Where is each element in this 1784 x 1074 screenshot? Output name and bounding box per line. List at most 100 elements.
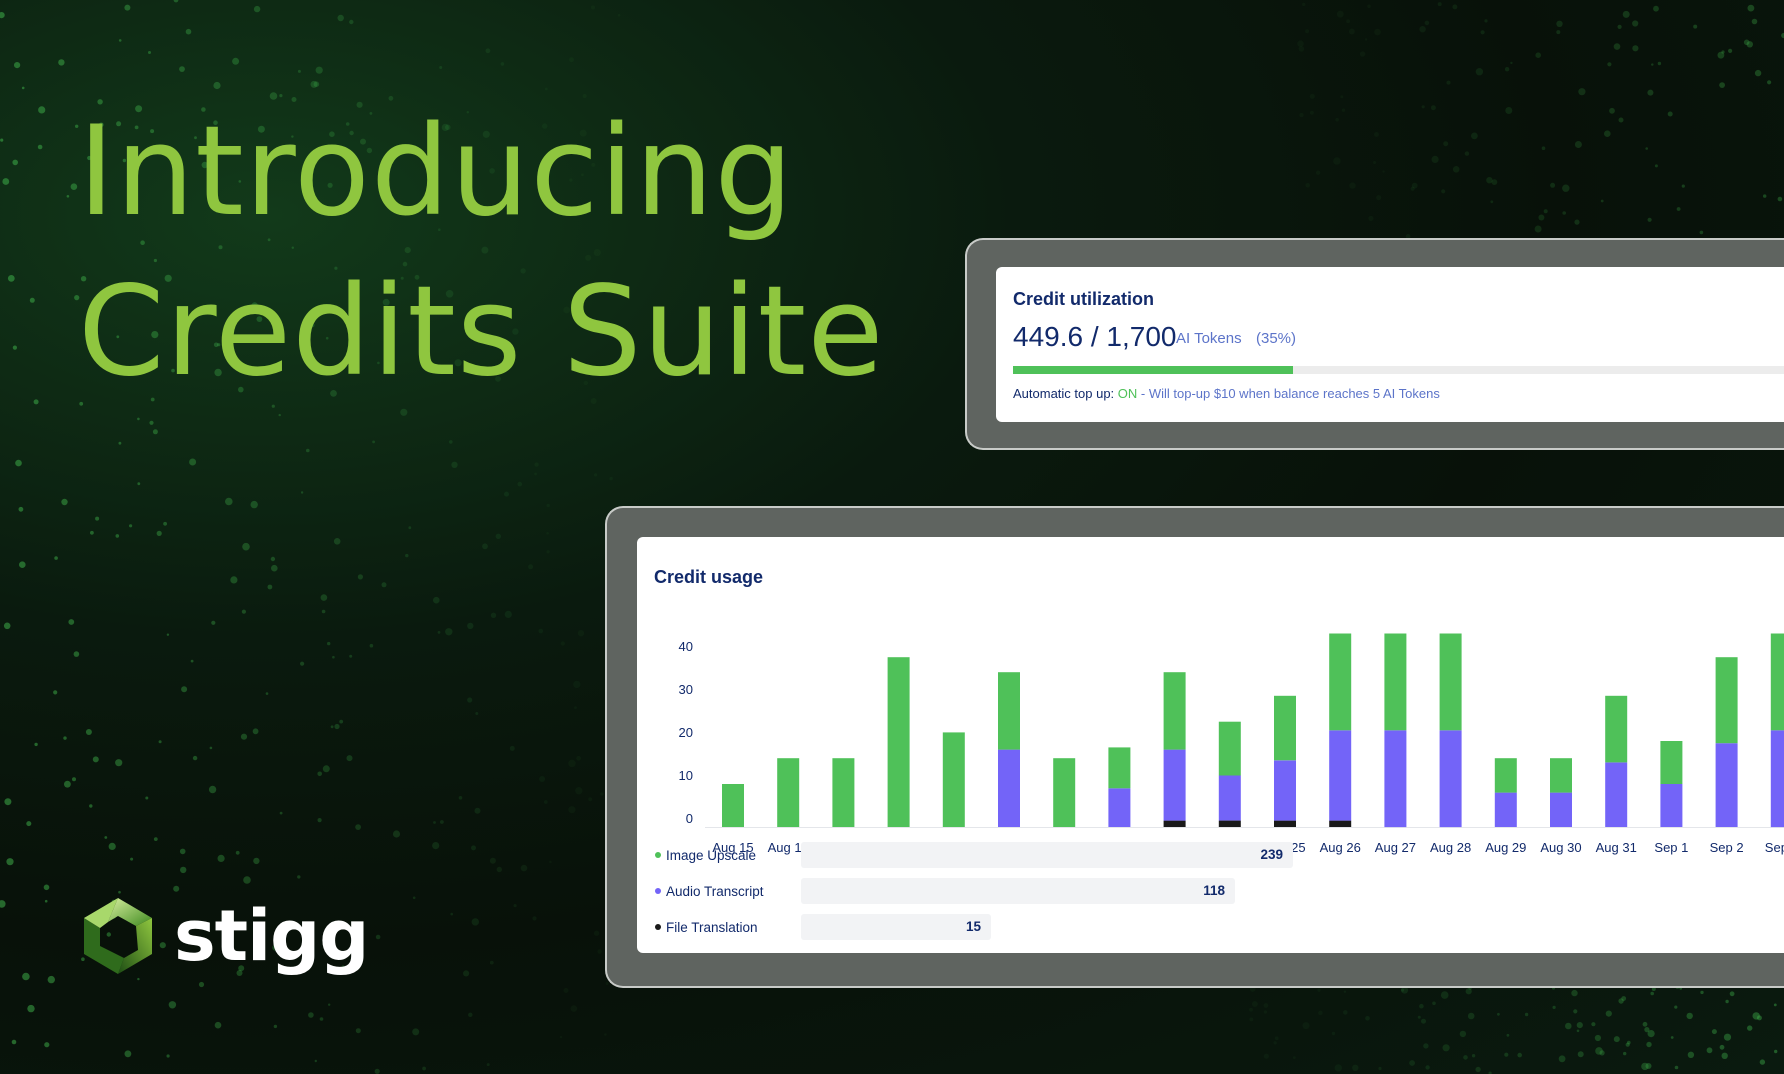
background-dot	[1459, 1030, 1467, 1038]
background-dot	[1374, 132, 1379, 137]
bar-segment-audio-transcript[interactable]	[1329, 730, 1352, 821]
background-dot	[1767, 80, 1772, 85]
background-dot	[1613, 43, 1621, 50]
background-dot	[412, 896, 416, 900]
bar-segment-image-upscale[interactable]	[1384, 633, 1407, 731]
bar-segment-audio-transcript[interactable]	[998, 749, 1020, 827]
bar-segment-image-upscale[interactable]	[1329, 633, 1352, 731]
background-dot	[1534, 225, 1542, 233]
background-dot	[534, 462, 539, 467]
background-dot	[1273, 1041, 1277, 1045]
legend-label: File Translation	[666, 919, 758, 935]
background-dot	[271, 564, 278, 572]
background-dot	[241, 609, 246, 614]
bar-segment-image-upscale[interactable]	[832, 758, 855, 827]
background-dot	[1622, 10, 1630, 18]
background-dot	[85, 729, 92, 735]
bar-segment-image-upscale[interactable]	[1163, 672, 1186, 750]
background-dot	[1645, 147, 1648, 150]
bar-segment-image-upscale[interactable]	[777, 758, 800, 827]
bar-segment-image-upscale[interactable]	[998, 672, 1020, 750]
bar-segment-audio-transcript[interactable]	[1163, 749, 1186, 821]
bar-segment-image-upscale[interactable]	[1660, 741, 1683, 784]
background-dot	[369, 643, 374, 648]
stigg-logo-icon	[84, 898, 152, 974]
y-tick-label: 40	[679, 639, 693, 654]
background-dot	[1721, 1052, 1728, 1060]
background-dot	[1497, 1012, 1500, 1016]
background-dot	[33, 399, 39, 405]
bar-segment-image-upscale[interactable]	[887, 657, 910, 827]
background-dot	[43, 884, 50, 891]
background-dot	[471, 845, 476, 851]
background-dot	[1464, 151, 1470, 156]
bar-segment-image-upscale[interactable]	[1715, 657, 1738, 744]
background-dot	[1410, 186, 1415, 191]
bar-segment-image-upscale[interactable]	[1770, 633, 1784, 731]
background-dot	[1645, 1063, 1652, 1069]
background-dot	[68, 619, 75, 625]
background-dot	[322, 765, 330, 773]
background-dot	[1419, 26, 1426, 33]
background-dot	[166, 633, 170, 636]
bar-segment-file-translation[interactable]	[1329, 820, 1352, 827]
bar-segment-image-upscale[interactable]	[1605, 695, 1628, 763]
legend-total: 15	[965, 919, 981, 934]
bar-segment-audio-transcript[interactable]	[1770, 730, 1784, 828]
bar-segment-audio-transcript[interactable]	[1660, 784, 1683, 827]
bar-segment-audio-transcript[interactable]	[1715, 743, 1738, 827]
background-dot	[243, 876, 251, 884]
bar-segment-audio-transcript[interactable]	[1218, 775, 1241, 821]
background-dot	[357, 574, 363, 580]
background-dot	[1419, 1003, 1424, 1009]
bar-segment-audio-transcript[interactable]	[1384, 730, 1407, 828]
bar-segment-file-translation[interactable]	[1163, 820, 1186, 827]
background-dot	[11, 1039, 17, 1045]
legend-total-bar-image-upscale: 239	[801, 842, 1293, 868]
background-dot	[214, 1021, 222, 1029]
background-dot	[297, 875, 301, 879]
background-dot	[559, 1035, 563, 1039]
background-dot	[1607, 62, 1612, 67]
bar-segment-audio-transcript[interactable]	[1274, 760, 1296, 821]
background-dot	[2, 178, 10, 185]
bar-segment-audio-transcript[interactable]	[1550, 792, 1572, 827]
background-dot	[190, 659, 194, 663]
bar-segment-file-translation[interactable]	[1274, 820, 1296, 827]
bar-segment-image-upscale[interactable]	[1274, 695, 1296, 761]
background-dot	[1510, 61, 1513, 65]
background-dot	[346, 755, 353, 762]
background-dot	[1335, 117, 1339, 122]
background-dot	[1517, 1052, 1522, 1058]
bar-segment-image-upscale[interactable]	[1218, 721, 1241, 776]
background-dot	[47, 975, 55, 984]
bar-segment-audio-transcript[interactable]	[1108, 788, 1131, 827]
bar-segment-audio-transcript[interactable]	[1439, 730, 1462, 828]
background-dot	[273, 1024, 278, 1029]
x-tick-label: Aug 26	[1320, 840, 1361, 855]
background-dot	[137, 977, 140, 981]
bar-segment-image-upscale[interactable]	[722, 784, 744, 827]
background-dot	[1599, 1050, 1605, 1056]
background-dot	[315, 66, 323, 74]
background-dot	[1632, 20, 1639, 27]
bar-segment-file-translation[interactable]	[1218, 820, 1241, 827]
bar-segment-audio-transcript[interactable]	[1494, 792, 1517, 827]
background-dot	[1647, 89, 1654, 96]
bar-segment-image-upscale[interactable]	[1494, 758, 1517, 793]
bar-segment-image-upscale[interactable]	[1053, 758, 1076, 827]
credit-utilization-value: 449.6 / 1,700	[1013, 321, 1177, 352]
bar-segment-image-upscale[interactable]	[1550, 758, 1572, 793]
bar-segment-image-upscale[interactable]	[1108, 747, 1131, 789]
background-dot	[180, 866, 187, 874]
background-dot	[1425, 1065, 1430, 1070]
bar-segment-image-upscale[interactable]	[1439, 633, 1462, 731]
background-dot	[240, 733, 248, 740]
bar-segment-audio-transcript[interactable]	[1605, 762, 1628, 828]
bar-segment-image-upscale[interactable]	[942, 732, 965, 827]
legend-total: 239	[1260, 847, 1283, 862]
legend-dot-icon	[655, 924, 661, 930]
background-dot	[450, 912, 454, 916]
background-dot	[252, 728, 259, 735]
background-dot	[538, 628, 544, 634]
